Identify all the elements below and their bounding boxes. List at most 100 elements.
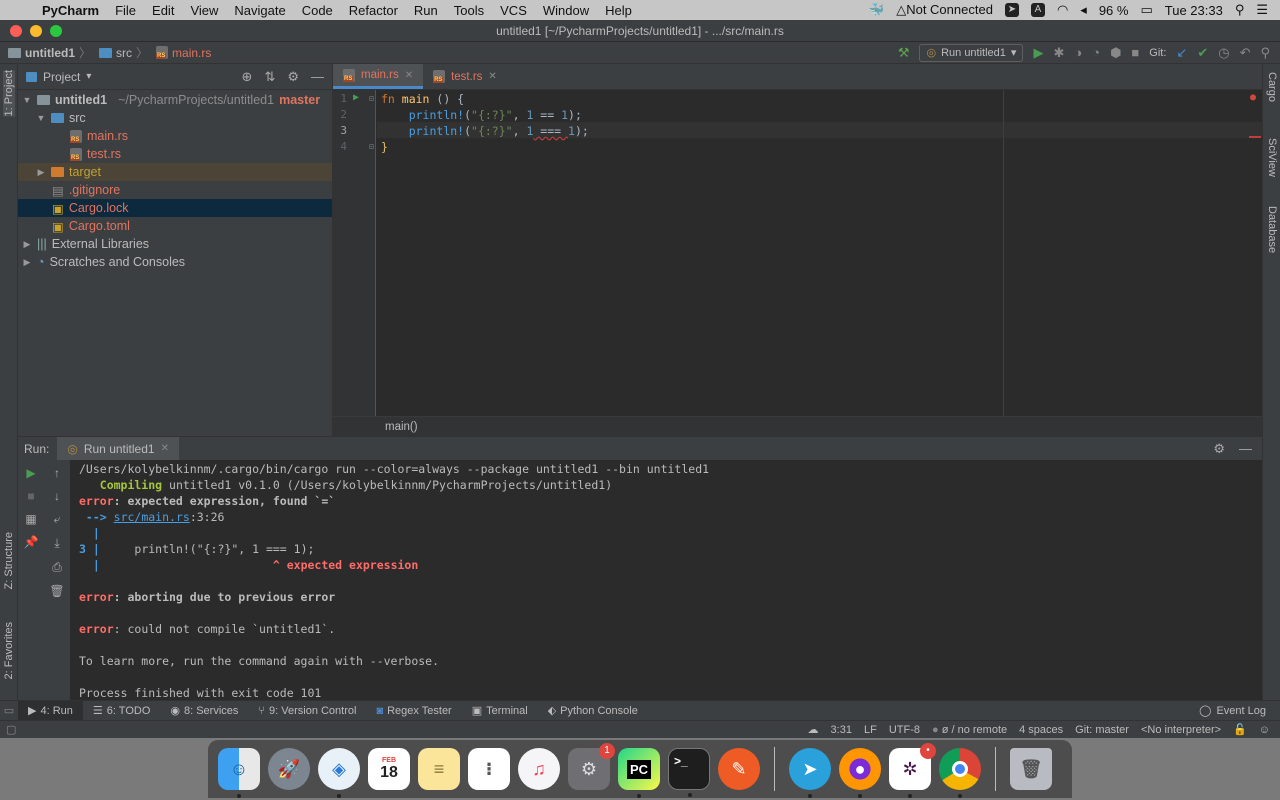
docker-icon[interactable]: 🐳 xyxy=(868,2,884,18)
soft-wrap-icon[interactable]: ⤶ xyxy=(54,512,61,527)
postman-icon[interactable]: ✎ xyxy=(718,748,760,790)
stop-icon[interactable]: ■ xyxy=(1131,45,1139,60)
trash-icon[interactable]: 🗑 xyxy=(49,584,64,598)
profile-icon[interactable]: ◔ xyxy=(1092,45,1100,60)
menu-vcs[interactable]: VCS xyxy=(492,3,535,18)
crumb-project[interactable]: untitled1 xyxy=(0,46,79,60)
lock-icon[interactable]: 🔓 xyxy=(1233,723,1247,736)
tool-window-python-console[interactable]: ⬖ Python Console xyxy=(538,701,648,721)
tree-item-root[interactable]: ▼ untitled1 ~/PycharmProjects/untitled1 … xyxy=(18,91,332,109)
hide-icon[interactable]: — xyxy=(311,69,324,85)
menu-window[interactable]: Window xyxy=(535,3,597,18)
tool-window-run[interactable]: ▶ 4: Run xyxy=(18,700,83,721)
spotlight-icon[interactable]: ⚲ xyxy=(1235,2,1245,18)
menu-code[interactable]: Code xyxy=(294,3,341,18)
git-commit-icon[interactable]: ✔ xyxy=(1197,45,1208,61)
notes-icon[interactable]: ≡ xyxy=(418,748,460,790)
print-icon[interactable]: ⎙ xyxy=(52,560,62,575)
expand-arrow-icon[interactable]: ▶ xyxy=(22,257,32,268)
menu-app-name[interactable]: PyCharm xyxy=(36,3,107,18)
close-window-button[interactable] xyxy=(10,24,22,37)
tree-item-cargo-toml[interactable]: ▣ Cargo.toml xyxy=(18,217,332,235)
status-layout-icon[interactable]: ▢ xyxy=(0,723,16,736)
locate-file-icon[interactable]: ⊕ xyxy=(242,69,253,85)
down-arrow-icon[interactable]: ↓ xyxy=(54,489,60,503)
background-tasks-icon[interactable]: ☁ xyxy=(808,723,819,736)
database-tool-button[interactable]: Database xyxy=(1266,206,1278,253)
firefox-icon[interactable]: ● xyxy=(839,748,881,798)
tool-window-services[interactable]: ◉ 8: Services xyxy=(160,701,248,721)
build-hammer-icon[interactable]: ⚒ xyxy=(898,45,910,61)
tree-item-scratches[interactable]: ▶ ◔ Scratches and Consoles xyxy=(18,253,332,271)
hide-icon[interactable]: — xyxy=(1239,441,1252,457)
chevron-down-icon[interactable]: ▾ xyxy=(86,71,91,82)
battery-status[interactable]: 96 % xyxy=(1099,3,1129,18)
status-interpreter[interactable]: <No interpreter> xyxy=(1141,724,1221,736)
chrome-icon[interactable] xyxy=(939,748,981,798)
telegram-icon[interactable]: ➤ xyxy=(789,748,831,798)
cargo-tool-button[interactable]: Cargo xyxy=(1266,72,1278,102)
tab-test-rs[interactable]: test.rs ✕ xyxy=(423,64,507,89)
favorites-tool-button[interactable]: 2: Favorites xyxy=(3,622,15,679)
menu-view[interactable]: View xyxy=(182,3,226,18)
expand-arrow-icon[interactable]: ▶ xyxy=(22,239,32,250)
console-file-link[interactable]: src/main.rs xyxy=(114,510,190,524)
scroll-to-end-icon[interactable]: ⤓ xyxy=(54,536,59,551)
terminal-app-icon[interactable]: >_ xyxy=(668,748,710,797)
reminders-icon[interactable]: ⁝ xyxy=(468,748,510,790)
git-rollback-icon[interactable]: ↶ xyxy=(1240,45,1251,61)
run-tab[interactable]: ◎ Run untitled1 ✕ xyxy=(57,436,179,461)
status-caret-position[interactable]: 3:31 xyxy=(831,724,852,736)
vpn-status[interactable]: △Not Connected xyxy=(896,2,993,18)
fold-icon[interactable]: ⊟ xyxy=(369,94,374,103)
tool-window-version-control[interactable]: ⑂ 9: Version Control xyxy=(248,701,366,721)
collapse-all-icon[interactable]: ⇅ xyxy=(264,69,275,85)
project-view-selector[interactable]: Project xyxy=(43,70,80,84)
fold-icon[interactable]: ⊟ xyxy=(369,142,374,151)
structure-tool-button[interactable]: Z: Structure xyxy=(3,532,15,589)
close-icon[interactable]: ✕ xyxy=(161,443,169,454)
run-config-selector[interactable]: ◎ Run untitled1 ▾ xyxy=(919,43,1024,62)
error-stripe-mark[interactable] xyxy=(1249,136,1261,138)
run-icon[interactable]: ▶ xyxy=(1033,45,1043,61)
gear-icon[interactable]: ⚙ xyxy=(1213,441,1225,457)
tab-main-rs[interactable]: main.rs ✕ xyxy=(333,64,424,89)
stop-icon[interactable]: ■ xyxy=(27,489,34,503)
tree-item-src[interactable]: ▼ src xyxy=(18,109,332,127)
crumb-src[interactable]: src xyxy=(91,46,136,60)
error-indicator-icon[interactable]: ● xyxy=(1250,92,1256,103)
debug-icon[interactable]: ✱ xyxy=(1053,45,1064,61)
project-tool-button[interactable]: 1: Project xyxy=(3,70,15,117)
menu-file[interactable]: File xyxy=(107,3,144,18)
coverage-icon[interactable]: ◑ xyxy=(1074,45,1082,60)
search-everywhere-icon[interactable]: ⚲ xyxy=(1260,45,1270,61)
telegram-tray-icon[interactable]: ➤ xyxy=(1004,3,1019,17)
wifi-icon[interactable]: ◠ xyxy=(1057,2,1068,18)
breadcrumb-function[interactable]: main() xyxy=(385,421,418,433)
tree-item-gitignore[interactable]: ▤ .gitignore xyxy=(18,181,332,199)
input-source-icon[interactable]: A xyxy=(1030,3,1045,17)
menu-run[interactable]: Run xyxy=(406,3,446,18)
status-encoding[interactable]: UTF-8 xyxy=(889,724,920,736)
safari-icon[interactable]: ◈ xyxy=(318,748,360,798)
status-indent[interactable]: 4 spaces xyxy=(1019,724,1063,736)
tool-window-regex-tester[interactable]: ◙ Regex Tester xyxy=(366,701,461,721)
launchpad-icon[interactable]: 🚀 xyxy=(268,748,310,790)
rerun-icon[interactable]: ▶ xyxy=(26,466,35,480)
restore-layout-icon[interactable]: ▦ xyxy=(25,512,36,526)
toggle-tool-windows-icon[interactable]: ▭ xyxy=(0,704,18,717)
event-log-button[interactable]: ◯ Event Log xyxy=(1199,704,1280,718)
code-editor[interactable]: 1 2 3 4 ▶ ⊟ ⊟ fn main () { println!("{:?… xyxy=(333,90,1262,416)
zoom-window-button[interactable] xyxy=(50,24,62,37)
status-remote[interactable]: ● ø / no remote xyxy=(932,724,1007,736)
git-history-icon[interactable]: ◷ xyxy=(1218,45,1229,61)
status-line-separator[interactable]: LF xyxy=(864,724,877,736)
calendar-icon[interactable]: FEB 18 xyxy=(368,748,410,790)
volume-icon[interactable]: ◂ xyxy=(1080,2,1087,18)
menu-navigate[interactable]: Navigate xyxy=(226,3,293,18)
up-arrow-icon[interactable]: ↑ xyxy=(54,466,60,480)
crumb-file[interactable]: main.rs xyxy=(148,46,215,60)
battery-icon[interactable]: ▭ xyxy=(1140,2,1152,18)
pin-icon[interactable]: 📌 xyxy=(24,535,39,549)
concurrency-icon[interactable]: ⬢ xyxy=(1110,45,1121,61)
